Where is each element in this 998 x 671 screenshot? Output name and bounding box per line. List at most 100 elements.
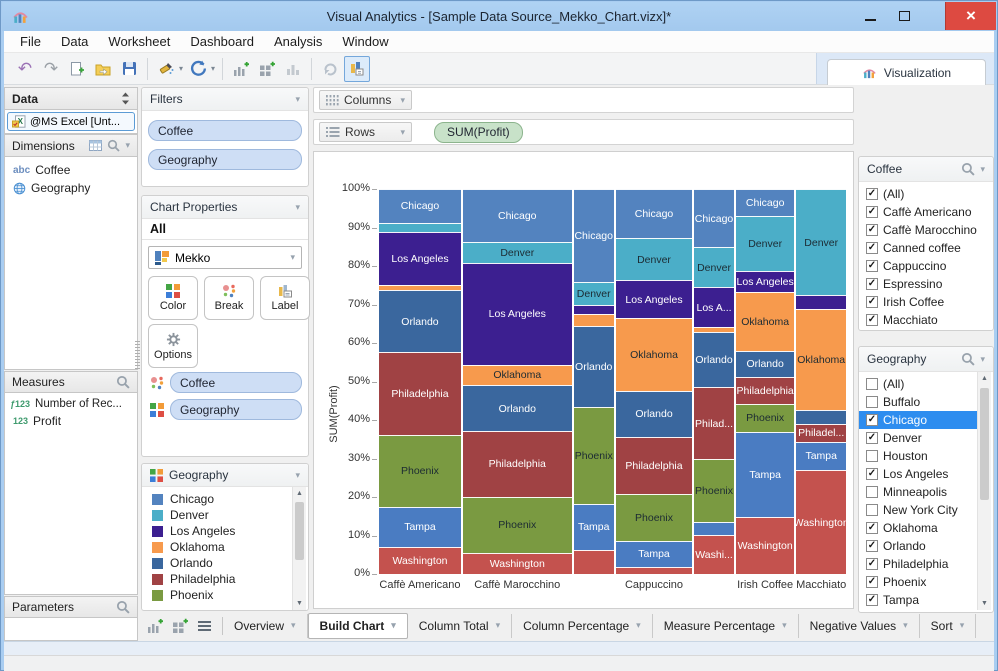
- label-button[interactable]: Label: [260, 276, 310, 320]
- geography-filter-item-phoenix[interactable]: ✓ Phoenix: [859, 573, 977, 591]
- geography-filter-item-all[interactable]: (All): [859, 375, 977, 393]
- open-folder-icon[interactable]: [91, 57, 115, 81]
- table-icon[interactable]: [89, 140, 103, 151]
- search-icon[interactable]: [107, 139, 121, 152]
- scope-row[interactable]: All: [142, 219, 308, 240]
- rows-shelf[interactable]: Rows ▾ SUM(Profit): [313, 119, 854, 145]
- chevron-down-icon[interactable]: ▾: [980, 164, 985, 175]
- geography-scrollbar[interactable]: ▲ ▼: [977, 372, 991, 610]
- add-grid-icon[interactable]: [255, 57, 279, 81]
- redo-icon[interactable]: ↷: [39, 57, 63, 81]
- checkbox-icon[interactable]: ✓: [866, 468, 878, 480]
- geography-filter-item-philadelphia[interactable]: ✓ Philadelphia: [859, 555, 977, 573]
- geography-filter-item-buffalo[interactable]: Buffalo: [859, 393, 977, 411]
- checkbox-icon[interactable]: ✓: [866, 558, 878, 570]
- checkbox-icon[interactable]: ✓: [866, 414, 878, 426]
- checkbox-icon[interactable]: ✓: [866, 432, 878, 444]
- checkbox-icon[interactable]: [866, 396, 878, 408]
- data-source-selected[interactable]: X @MS Excel [Unt...: [7, 112, 135, 131]
- geography-filter-item-new-york-city[interactable]: New York City: [859, 501, 977, 519]
- legend-scrollbar[interactable]: ▲ ▼: [292, 487, 306, 610]
- coffee-filter-item-espressino[interactable]: ✓ Espressino: [859, 275, 993, 293]
- menu-analysis[interactable]: Analysis: [264, 31, 332, 53]
- parameters-header[interactable]: Parameters: [4, 596, 138, 618]
- collapse-icon[interactable]: ▾: [295, 470, 300, 481]
- checkbox-icon[interactable]: ✓: [866, 576, 878, 588]
- checkbox-icon[interactable]: [866, 450, 878, 462]
- search-icon[interactable]: [961, 352, 976, 366]
- tab-overview[interactable]: Overview ▾: [223, 613, 308, 638]
- legend-item-los-angeles[interactable]: Los Angeles: [142, 523, 308, 539]
- search-icon[interactable]: [961, 162, 976, 176]
- legend-item-oklahoma[interactable]: Oklahoma: [142, 539, 308, 555]
- geography-filter-item-washington[interactable]: ✓ Washington: [859, 609, 977, 610]
- rows-field-pill[interactable]: SUM(Profit): [434, 121, 523, 143]
- checkbox-icon[interactable]: ✓: [866, 224, 878, 236]
- legend-header[interactable]: Geography ▾: [142, 464, 308, 487]
- refresh-icon[interactable]: [186, 57, 210, 81]
- checkbox-icon[interactable]: ✓: [866, 594, 878, 606]
- scroll-thumb[interactable]: [980, 388, 989, 500]
- chevron-down-icon[interactable]: ▾: [980, 354, 985, 365]
- filter-pill-geography[interactable]: Geography: [148, 149, 302, 170]
- legend-item-philadelphia[interactable]: Philadelphia: [142, 571, 308, 587]
- checkbox-icon[interactable]: [866, 504, 878, 516]
- coffee-filter-item-macchiato[interactable]: ✓ Macchiato: [859, 311, 993, 328]
- minimize-button[interactable]: [854, 2, 886, 30]
- tab-measure-percentage[interactable]: Measure Percentage ▾: [653, 613, 799, 638]
- geography-filter-item-tampa[interactable]: ✓ Tampa: [859, 591, 977, 609]
- refresh-dropdown-icon[interactable]: ▾: [211, 64, 215, 73]
- coffee-filter-item-canned-coffee[interactable]: ✓ Canned coffee: [859, 239, 993, 257]
- legend-item-denver[interactable]: Denver: [142, 507, 308, 523]
- menu-window[interactable]: Window: [332, 31, 398, 53]
- tab-build-chart[interactable]: Build Chart ▾: [307, 612, 408, 639]
- geography-filter-item-los-angeles[interactable]: ✓ Los Angeles: [859, 465, 977, 483]
- checkbox-icon[interactable]: ✓: [866, 278, 878, 290]
- checkbox-icon[interactable]: ✓: [866, 260, 878, 272]
- legend-item-orlando[interactable]: Orlando: [142, 555, 308, 571]
- scroll-thumb[interactable]: [295, 502, 304, 560]
- scroll-down-icon[interactable]: ▼: [293, 597, 306, 610]
- chart-properties-header[interactable]: Chart Properties ▾: [142, 196, 308, 219]
- coffee-filter-item-all[interactable]: ✓ (All): [859, 185, 993, 203]
- geography-filter-item-denver[interactable]: ✓ Denver: [859, 429, 977, 447]
- bar-chart-icon[interactable]: [281, 57, 305, 81]
- geography-filter-item-oklahoma[interactable]: ✓ Oklahoma: [859, 519, 977, 537]
- visualization-tab[interactable]: Visualization: [827, 59, 986, 85]
- coffee-filter-item-cappuccino[interactable]: ✓ Cappuccino: [859, 257, 993, 275]
- collapse-icon[interactable]: ▾: [295, 94, 300, 105]
- dimension-item-geography[interactable]: Geography: [5, 179, 137, 197]
- menu-worksheet[interactable]: Worksheet: [98, 31, 180, 53]
- coffee-filter-item-irish-coffee[interactable]: ✓ Irish Coffee: [859, 293, 993, 311]
- search-icon[interactable]: [116, 600, 130, 614]
- new-file-icon[interactable]: [65, 57, 89, 81]
- break-button[interactable]: Break: [204, 276, 254, 320]
- tab-sort[interactable]: Sort ▾: [920, 613, 977, 638]
- sort-updown-icon[interactable]: [121, 92, 130, 105]
- tab-negative-values[interactable]: Negative Values ▾: [799, 613, 920, 638]
- dimension-item-coffee[interactable]: abc Coffee: [5, 161, 137, 179]
- checkbox-icon[interactable]: ✓: [866, 540, 878, 552]
- measure-item-profit[interactable]: 123 Profit: [5, 412, 137, 430]
- chevron-down-icon[interactable]: ▾: [125, 140, 130, 151]
- scroll-up-icon[interactable]: ▲: [978, 372, 991, 385]
- checkbox-icon[interactable]: ✓: [866, 314, 878, 326]
- data-source-row[interactable]: X @MS Excel [Unt...: [4, 110, 138, 134]
- break-field-pill[interactable]: Coffee: [170, 372, 302, 393]
- mekko-chart-button[interactable]: [344, 55, 371, 82]
- checkbox-icon[interactable]: ✓: [866, 296, 878, 308]
- color-field-pill[interactable]: Geography: [170, 399, 302, 420]
- tab-column-total[interactable]: Column Total ▾: [408, 613, 513, 638]
- connect-data-icon[interactable]: [154, 57, 178, 81]
- chart-type-select[interactable]: Mekko ▾: [148, 246, 302, 269]
- rotate-icon[interactable]: [318, 57, 342, 81]
- checkbox-icon[interactable]: ✓: [866, 242, 878, 254]
- splitter-handle[interactable]: [135, 341, 140, 369]
- coffee-filter-item-caff-marocchino[interactable]: ✓ Caffè Marocchino: [859, 221, 993, 239]
- maximize-button[interactable]: [888, 2, 920, 30]
- connect-dropdown-icon[interactable]: ▾: [179, 64, 183, 73]
- coffee-filter-item-caff-americano[interactable]: ✓ Caffè Americano: [859, 203, 993, 221]
- filters-panel-header[interactable]: Filters ▾: [142, 88, 308, 111]
- add-chart-icon[interactable]: [147, 618, 163, 634]
- checkbox-icon[interactable]: ✓: [866, 206, 878, 218]
